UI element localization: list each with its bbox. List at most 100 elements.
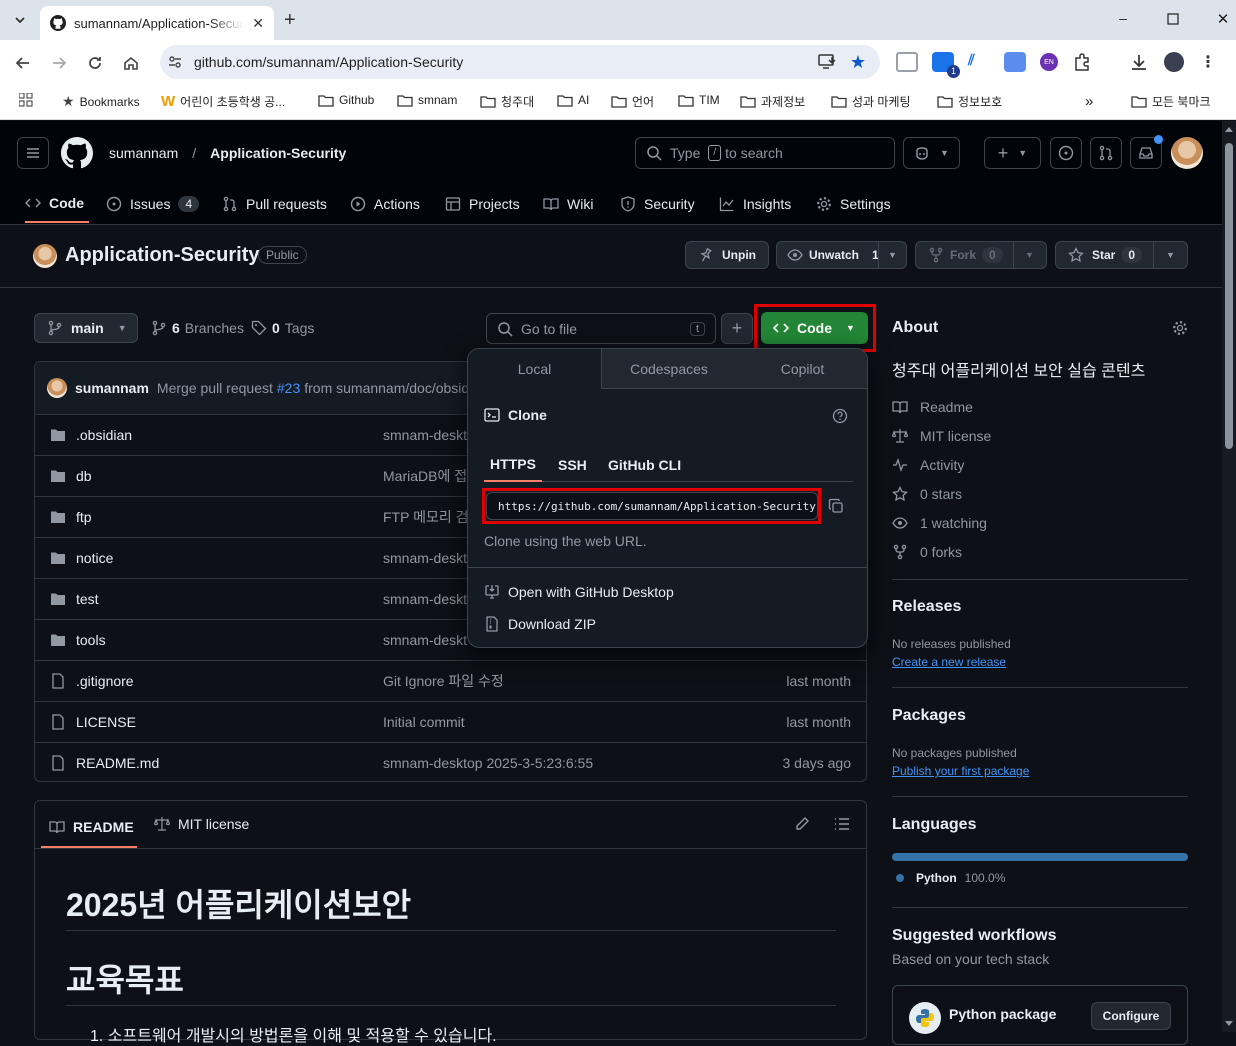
file-name[interactable]: tools bbox=[76, 632, 106, 648]
dropdown-tab-local[interactable]: Local bbox=[468, 349, 602, 389]
file-commit-message[interactable]: FTP 메모리 검 bbox=[383, 507, 469, 527]
branch-selector[interactable]: main ▼ bbox=[34, 313, 138, 343]
code-dropdown-button[interactable]: Code ▼ bbox=[761, 312, 868, 344]
reload-icon[interactable] bbox=[83, 51, 107, 75]
about-settings-gear-icon[interactable] bbox=[1172, 320, 1188, 336]
clone-tab-ssh[interactable]: SSH bbox=[558, 457, 587, 473]
bookmark-star-icon[interactable]: ★ bbox=[850, 52, 866, 73]
tab-wiki[interactable]: Wiki bbox=[543, 185, 593, 223]
bookmark-item[interactable]: Github bbox=[318, 93, 374, 107]
file-name[interactable]: ftp bbox=[76, 509, 92, 525]
file-name[interactable]: notice bbox=[76, 550, 113, 566]
tab-actions[interactable]: Actions bbox=[350, 185, 420, 223]
tab-projects[interactable]: Projects bbox=[445, 185, 520, 223]
file-row[interactable]: .gitignore Git Ignore 파일 수정 last month bbox=[34, 660, 867, 701]
tab-security[interactable]: Security bbox=[620, 185, 695, 223]
file-name[interactable]: LICENSE bbox=[76, 714, 136, 730]
breadcrumb-owner[interactable]: sumannam bbox=[109, 145, 178, 161]
file-row[interactable]: LICENSE Initial commit last month bbox=[34, 701, 867, 742]
dropdown-tab-copilot[interactable]: Copilot bbox=[736, 349, 867, 389]
language-python[interactable]: Python 100.0% bbox=[896, 871, 1005, 885]
bookmark-item[interactable]: 성과 마케팅 bbox=[831, 93, 911, 110]
packages-heading[interactable]: Packages bbox=[892, 707, 966, 725]
profile-avatar[interactable] bbox=[1164, 52, 1184, 72]
star-button[interactable]: Star 0 ▼ bbox=[1055, 241, 1188, 269]
bookmark-item[interactable]: AI bbox=[557, 93, 589, 107]
tags-link[interactable]: 0 Tags bbox=[251, 320, 314, 336]
file-commit-message[interactable]: smnam-deskt bbox=[383, 427, 467, 443]
sidebar-watching-link[interactable]: 1 watching bbox=[892, 515, 987, 531]
file-commit-message[interactable]: MariaDB에 접 bbox=[383, 466, 467, 486]
bookmark-item[interactable]: smnam bbox=[397, 93, 457, 107]
file-commit-message[interactable]: smnam-desktop 2025-3-5:23:6:55 bbox=[383, 755, 593, 771]
license-tab[interactable]: MIT license bbox=[154, 816, 249, 832]
clone-tab-cli[interactable]: GitHub CLI bbox=[608, 457, 681, 473]
extension-en-icon[interactable]: EN bbox=[1040, 53, 1058, 71]
file-commit-message[interactable]: smnam-deskt bbox=[383, 632, 467, 648]
user-avatar[interactable] bbox=[1171, 137, 1203, 169]
file-name[interactable]: .gitignore bbox=[76, 673, 134, 689]
github-logo-icon[interactable] bbox=[61, 137, 93, 169]
copilot-button[interactable]: ▼ bbox=[903, 137, 960, 169]
issues-icon[interactable] bbox=[1050, 137, 1082, 169]
sidebar-readme-link[interactable]: Readme bbox=[892, 399, 973, 415]
forward-icon[interactable] bbox=[47, 51, 71, 75]
breadcrumb-repo[interactable]: Application-Security bbox=[210, 145, 346, 161]
file-name[interactable]: test bbox=[76, 591, 99, 607]
download-icon[interactable] bbox=[1130, 53, 1148, 71]
outline-list-icon[interactable] bbox=[834, 816, 850, 832]
sidebar-forks-link[interactable]: 0 forks bbox=[892, 544, 962, 560]
unwatch-button[interactable]: Unwatch 1 ▼ bbox=[776, 241, 907, 269]
bookmark-item[interactable]: TIM bbox=[678, 93, 720, 107]
file-name[interactable]: README.md bbox=[76, 755, 159, 771]
edit-pencil-icon[interactable] bbox=[794, 816, 810, 832]
add-file-button[interactable]: + bbox=[721, 313, 753, 344]
file-commit-message[interactable]: smnam-deskt bbox=[383, 550, 467, 566]
file-row[interactable]: README.md smnam-desktop 2025-3-5:23:6:55 3… bbox=[34, 742, 867, 783]
question-help-icon[interactable] bbox=[832, 408, 848, 424]
sidebar-license-link[interactable]: MIT license bbox=[892, 428, 991, 444]
sidebar-activity-link[interactable]: Activity bbox=[892, 457, 964, 473]
file-name[interactable]: .obsidian bbox=[76, 427, 132, 443]
extension-chart-icon[interactable]: ⫽ bbox=[968, 52, 990, 72]
create-release-link[interactable]: Create a new release bbox=[892, 655, 1006, 669]
dropdown-tab-codespaces[interactable]: Codespaces bbox=[602, 349, 736, 389]
owner-avatar[interactable] bbox=[33, 244, 57, 268]
tab-code[interactable]: Code bbox=[25, 185, 89, 223]
new-tab-icon[interactable]: + bbox=[284, 9, 296, 32]
global-search-input[interactable]: Type / to search bbox=[635, 137, 895, 169]
scrollbar-thumb[interactable] bbox=[1225, 143, 1233, 449]
repo-title[interactable]: Application-Security bbox=[65, 244, 259, 267]
tab-pull-requests[interactable]: Pull requests bbox=[222, 185, 327, 223]
fork-button[interactable]: Fork 0 ▼ bbox=[915, 241, 1047, 269]
sidebar-stars-link[interactable]: 0 stars bbox=[892, 486, 962, 502]
file-commit-message[interactable]: Initial commit bbox=[383, 714, 465, 730]
scroll-up-icon[interactable] bbox=[1225, 127, 1233, 132]
releases-heading[interactable]: Releases bbox=[892, 598, 961, 616]
close-window-icon[interactable]: ✕ bbox=[1213, 10, 1233, 28]
extensions-puzzle-icon[interactable] bbox=[1072, 52, 1092, 72]
site-info-icon[interactable] bbox=[168, 55, 186, 69]
go-to-file-input[interactable]: Go to file t bbox=[486, 313, 716, 344]
configure-button[interactable]: Configure bbox=[1091, 1002, 1171, 1030]
commit-author-avatar[interactable] bbox=[47, 378, 67, 398]
bookmark-item[interactable]: 언어 bbox=[611, 93, 654, 110]
branches-link[interactable]: 6 Branches bbox=[151, 320, 244, 336]
url-text[interactable]: github.com/sumannam/Application-Security bbox=[194, 54, 818, 70]
bookmark-item[interactable]: 과제정보 bbox=[740, 93, 805, 110]
bookmark-item[interactable]: ★ Bookmarks bbox=[62, 93, 140, 110]
install-app-icon[interactable] bbox=[818, 54, 836, 70]
extension-cast-icon[interactable] bbox=[896, 52, 918, 72]
browser-tab[interactable]: sumannam/Application-Security ✕ bbox=[40, 6, 274, 40]
bookmark-item[interactable]: 정보보호 bbox=[937, 93, 1002, 110]
publish-package-link[interactable]: Publish your first package bbox=[892, 764, 1029, 778]
tab-insights[interactable]: Insights bbox=[719, 185, 791, 223]
browser-menu-icon[interactable]: ⋮ bbox=[1200, 52, 1216, 72]
bookmarks-overflow[interactable]: » bbox=[1085, 93, 1093, 110]
tab-settings[interactable]: Settings bbox=[816, 185, 891, 223]
hamburger-menu-icon[interactable] bbox=[17, 137, 49, 169]
clone-tab-https[interactable]: HTTPS bbox=[484, 447, 542, 482]
download-zip-item[interactable]: Download ZIP bbox=[484, 616, 596, 632]
home-icon[interactable] bbox=[119, 51, 143, 75]
bookmark-item[interactable]: W 어린이 초등학생 공... bbox=[161, 93, 285, 110]
